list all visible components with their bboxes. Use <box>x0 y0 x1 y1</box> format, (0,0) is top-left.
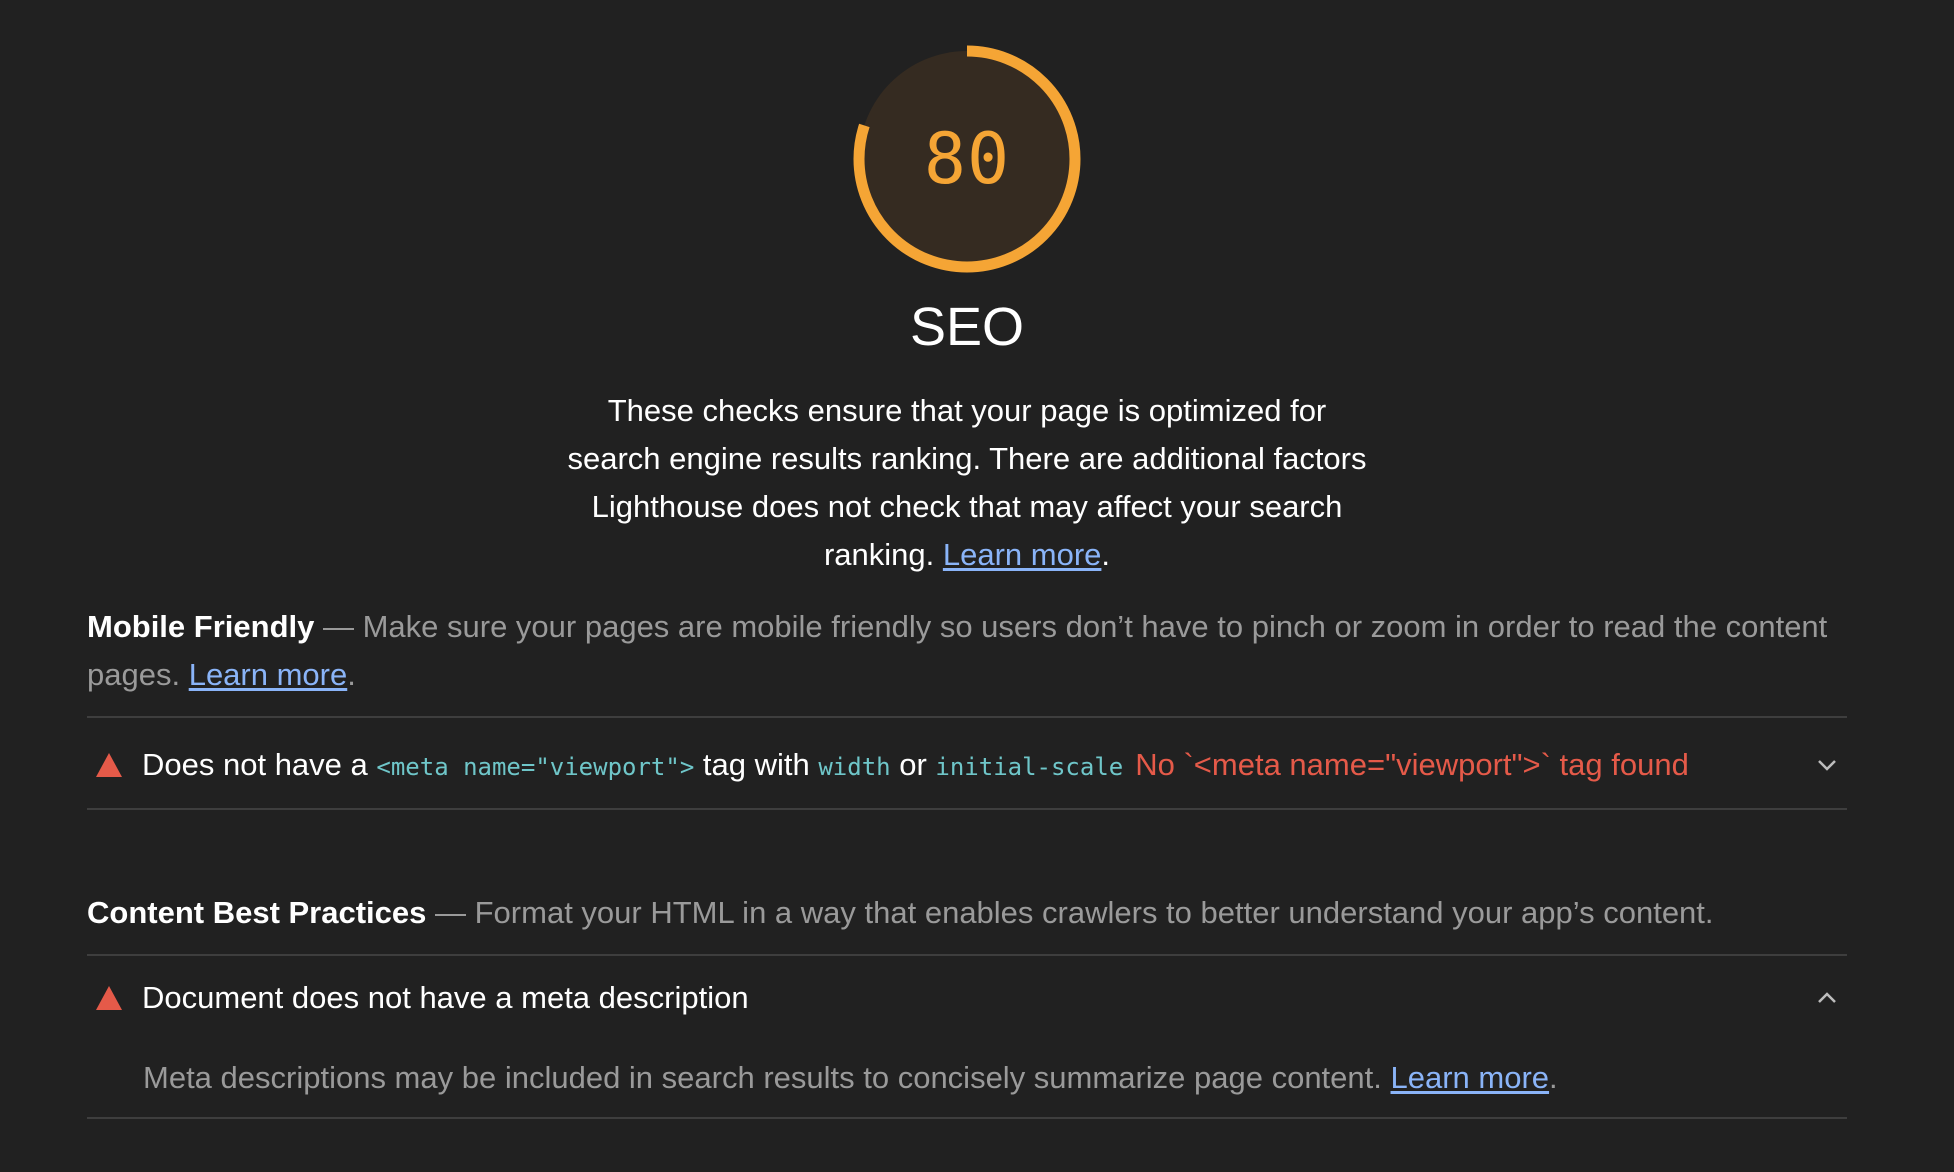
audit-meta-description[interactable]: Document does not have a meta descriptio… <box>87 968 1847 1028</box>
category-learn-more-link[interactable]: Learn more <box>943 537 1102 572</box>
lighthouse-seo-report: 80 SEO These checks ensure that your pag… <box>0 0 1954 1172</box>
divider <box>87 1117 1847 1119</box>
audit-code-width: width <box>818 753 891 781</box>
group-separator: — <box>426 895 475 930</box>
category-period: . <box>1101 537 1111 572</box>
audit-title-part: or <box>890 747 936 782</box>
audit-display-value: No `<meta name="viewport">` tag found <box>1135 747 1689 782</box>
group-content-best-practices: Content Best Practices — Format your HTM… <box>87 889 1847 937</box>
group-header-content-best-practices: Content Best Practices — Format your HTM… <box>87 889 1847 937</box>
audit-title: Document does not have a meta descriptio… <box>142 980 749 1015</box>
divider <box>87 716 1847 718</box>
audit-title: Does not have a <meta name="viewport"> t… <box>142 747 1123 783</box>
score-gauge: 80 <box>852 44 1082 274</box>
audit-learn-more-link[interactable]: Learn more <box>1391 1060 1550 1095</box>
group-period: . <box>347 657 356 692</box>
group-title: Mobile Friendly <box>87 609 315 644</box>
group-separator: — <box>314 609 363 644</box>
score-value: 80 <box>923 118 1011 200</box>
group-header-mobile-friendly: Mobile Friendly — Make sure your pages a… <box>87 603 1847 699</box>
category-title: SEO <box>909 297 1025 357</box>
group-title: Content Best Practices <box>87 895 427 930</box>
divider <box>87 954 1847 956</box>
audit-code-initial-scale: initial-scale <box>935 753 1124 781</box>
fail-triangle-icon <box>96 753 122 777</box>
audit-viewport[interactable]: Does not have a <meta name="viewport"> t… <box>87 735 1847 795</box>
divider <box>87 808 1847 810</box>
audit-code-meta-viewport: <meta name="viewport"> <box>376 753 695 781</box>
audit-period: . <box>1549 1060 1558 1095</box>
audit-description: Meta descriptions may be included in sea… <box>143 1054 1843 1102</box>
group-description: Format your HTML in a way that enables c… <box>474 895 1714 930</box>
audit-description-text: Meta descriptions may be included in sea… <box>143 1060 1382 1095</box>
category-description: These checks ensure that your page is op… <box>567 387 1367 579</box>
group-learn-more-link[interactable]: Learn more <box>189 657 348 692</box>
chevron-down-icon[interactable] <box>1807 745 1847 785</box>
fail-triangle-icon <box>96 986 122 1010</box>
audit-title-part: tag with <box>694 747 819 782</box>
chevron-up-icon[interactable] <box>1807 978 1847 1018</box>
audit-title-part: Does not have a <box>142 747 377 782</box>
group-mobile-friendly: Mobile Friendly — Make sure your pages a… <box>87 603 1847 699</box>
